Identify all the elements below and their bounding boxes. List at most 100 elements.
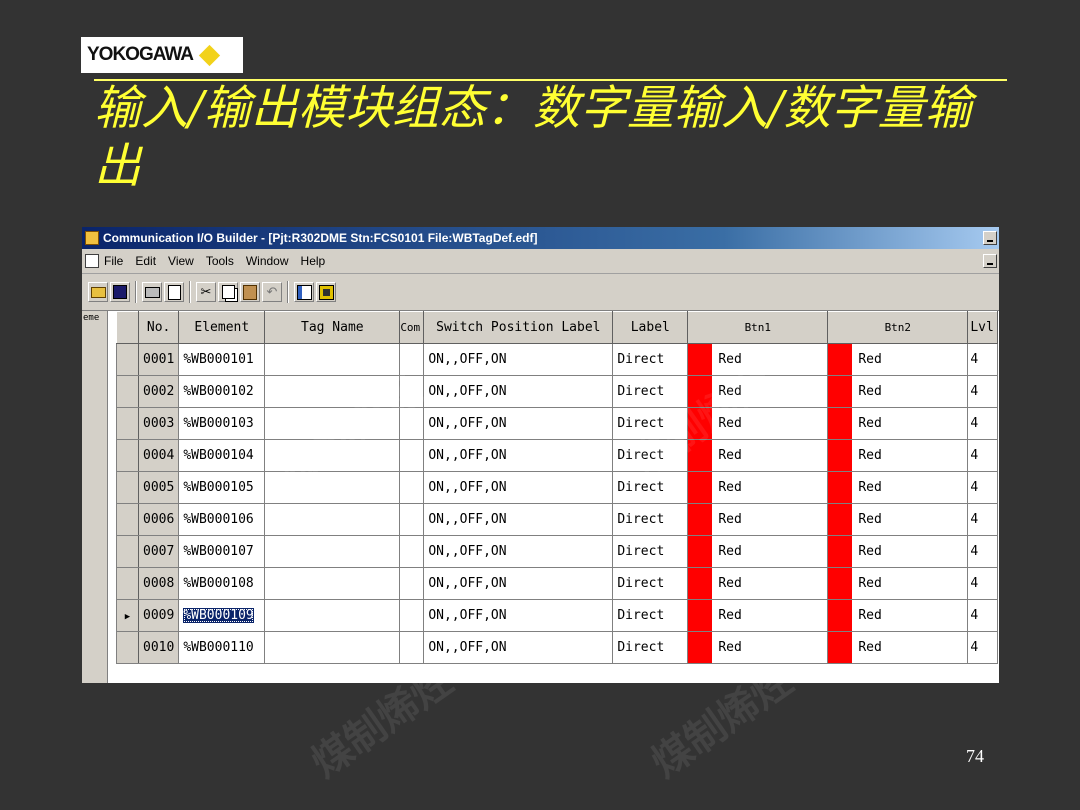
cell-com[interactable] <box>399 503 425 536</box>
cell-no[interactable]: 0004 <box>137 439 180 472</box>
col-header-tag-name[interactable]: Tag Name <box>264 311 401 344</box>
cell-switch-position-label[interactable]: ON,,OFF,ON <box>423 343 614 376</box>
cell-btn1[interactable]: Red <box>687 375 829 408</box>
cell-lvl[interactable]: 4 <box>967 535 999 568</box>
cell-btn1[interactable]: Red <box>687 631 829 664</box>
cell-switch-position-label[interactable]: ON,,OFF,ON <box>423 631 614 664</box>
cell-element[interactable]: %WB000107 <box>178 535 266 568</box>
cell-com[interactable] <box>399 375 425 408</box>
cell-btn2[interactable]: Red <box>827 471 969 504</box>
cell-btn2[interactable]: Red <box>827 567 969 600</box>
cell-btn2[interactable]: Red <box>827 631 969 664</box>
cell-btn1[interactable]: Red <box>687 407 829 440</box>
document-icon[interactable] <box>85 254 99 268</box>
col-header-switch-position-label[interactable]: Switch Position Label <box>423 311 614 344</box>
col-header-lvl[interactable]: Lvl <box>967 311 999 344</box>
cell-label[interactable]: Direct <box>612 599 689 632</box>
cell-lvl[interactable]: 4 <box>967 599 999 632</box>
col-header-element[interactable]: Element <box>178 311 266 344</box>
cell-tag-name[interactable] <box>264 631 401 664</box>
cell-element[interactable]: %WB000109 <box>178 599 266 632</box>
cell-btn1[interactable]: Red <box>687 567 829 600</box>
left-pane-strip[interactable]: eme <box>82 311 108 683</box>
cell-com[interactable] <box>399 567 425 600</box>
cell-label[interactable]: Direct <box>612 631 689 664</box>
cell-btn2[interactable]: Red <box>827 439 969 472</box>
cell-com[interactable] <box>399 343 425 376</box>
cell-label[interactable]: Direct <box>612 535 689 568</box>
menu-window[interactable]: Window <box>246 254 289 268</box>
cell-label[interactable]: Direct <box>612 407 689 440</box>
corner-cell[interactable] <box>116 311 139 344</box>
table-row[interactable]: 0004 %WB000104 ON,,OFF,ON Direct Red Red 4 <box>116 439 999 472</box>
cell-no[interactable]: 0003 <box>137 407 180 440</box>
cell-lvl[interactable]: 4 <box>967 375 999 408</box>
cell-no[interactable]: 0006 <box>137 503 180 536</box>
cell-tag-name[interactable] <box>264 343 401 376</box>
cell-switch-position-label[interactable]: ON,,OFF,ON <box>423 567 614 600</box>
row-header[interactable] <box>116 375 139 408</box>
cell-no[interactable]: 0001 <box>137 343 180 376</box>
cell-element[interactable]: %WB000106 <box>178 503 266 536</box>
cell-label[interactable]: Direct <box>612 343 689 376</box>
print-button[interactable] <box>142 282 162 302</box>
cell-switch-position-label[interactable]: ON,,OFF,ON <box>423 471 614 504</box>
cell-label[interactable]: Direct <box>612 503 689 536</box>
undo-button[interactable]: ↶ <box>262 282 282 302</box>
cell-com[interactable] <box>399 599 425 632</box>
cut-button[interactable]: ✂ <box>196 282 216 302</box>
save-button[interactable] <box>110 282 130 302</box>
cell-switch-position-label[interactable]: ON,,OFF,ON <box>423 439 614 472</box>
property-button[interactable] <box>316 282 336 302</box>
cell-element[interactable]: %WB000101 <box>178 343 266 376</box>
cell-tag-name[interactable] <box>264 567 401 600</box>
cell-switch-position-label[interactable]: ON,,OFF,ON <box>423 375 614 408</box>
row-header[interactable] <box>116 567 139 600</box>
table-row[interactable]: 0006 %WB000106 ON,,OFF,ON Direct Red Red 4 <box>116 503 999 536</box>
cell-lvl[interactable]: 4 <box>967 439 999 472</box>
print-preview-button[interactable] <box>164 282 184 302</box>
cell-switch-position-label[interactable]: ON,,OFF,ON <box>423 599 614 632</box>
cell-label[interactable]: Direct <box>612 375 689 408</box>
cell-btn2[interactable]: Red <box>827 343 969 376</box>
cell-btn2[interactable]: Red <box>827 503 969 536</box>
cell-no[interactable]: 0009 <box>137 599 180 632</box>
col-header-com[interactable]: Com <box>399 311 425 344</box>
menu-tools[interactable]: Tools <box>206 254 234 268</box>
cell-no[interactable]: 0007 <box>137 535 180 568</box>
cell-label[interactable]: Direct <box>612 471 689 504</box>
cell-lvl[interactable]: 4 <box>967 407 999 440</box>
document-minimize-button[interactable] <box>983 254 997 268</box>
table-row[interactable]: ▶ 0009 %WB000109 ON,,OFF,ON Direct Red Red 4 <box>116 599 999 632</box>
table-row[interactable]: 0007 %WB000107 ON,,OFF,ON Direct Red Red 4 <box>116 535 999 568</box>
table-row[interactable]: 0010 %WB000110 ON,,OFF,ON Direct Red Red 4 <box>116 631 999 664</box>
cell-element[interactable]: %WB000104 <box>178 439 266 472</box>
row-header[interactable] <box>116 439 139 472</box>
cell-no[interactable]: 0002 <box>137 375 180 408</box>
col-header-btn2[interactable]: Btn2 <box>827 311 969 344</box>
cell-btn2[interactable]: Red <box>827 407 969 440</box>
copy-button[interactable] <box>218 282 238 302</box>
table-row[interactable]: 0008 %WB000108 ON,,OFF,ON Direct Red Red 4 <box>116 567 999 600</box>
cell-switch-position-label[interactable]: ON,,OFF,ON <box>423 407 614 440</box>
cell-lvl[interactable]: 4 <box>967 503 999 536</box>
cell-no[interactable]: 0008 <box>137 567 180 600</box>
cell-btn1[interactable]: Red <box>687 503 829 536</box>
cell-switch-position-label[interactable]: ON,,OFF,ON <box>423 535 614 568</box>
row-header[interactable] <box>116 503 139 536</box>
cell-com[interactable] <box>399 439 425 472</box>
col-header-btn1[interactable]: Btn1 <box>687 311 829 344</box>
cell-btn1[interactable]: Red <box>687 535 829 568</box>
cell-com[interactable] <box>399 407 425 440</box>
table-row[interactable]: 0001 %WB000101 ON,,OFF,ON Direct Red Red 4 <box>116 343 999 376</box>
cell-lvl[interactable]: 4 <box>967 343 999 376</box>
menu-view[interactable]: View <box>168 254 194 268</box>
table-row[interactable]: 0005 %WB000105 ON,,OFF,ON Direct Red Red 4 <box>116 471 999 504</box>
cell-lvl[interactable]: 4 <box>967 471 999 504</box>
cell-element[interactable]: %WB000103 <box>178 407 266 440</box>
cell-tag-name[interactable] <box>264 599 401 632</box>
menu-edit[interactable]: Edit <box>135 254 156 268</box>
table-row[interactable]: 0003 %WB000103 ON,,OFF,ON Direct Red Red 4 <box>116 407 999 440</box>
row-header[interactable]: ▶ <box>116 599 139 632</box>
window-titlebar[interactable]: Communication I/O Builder - [Pjt:R302DME… <box>82 227 999 249</box>
